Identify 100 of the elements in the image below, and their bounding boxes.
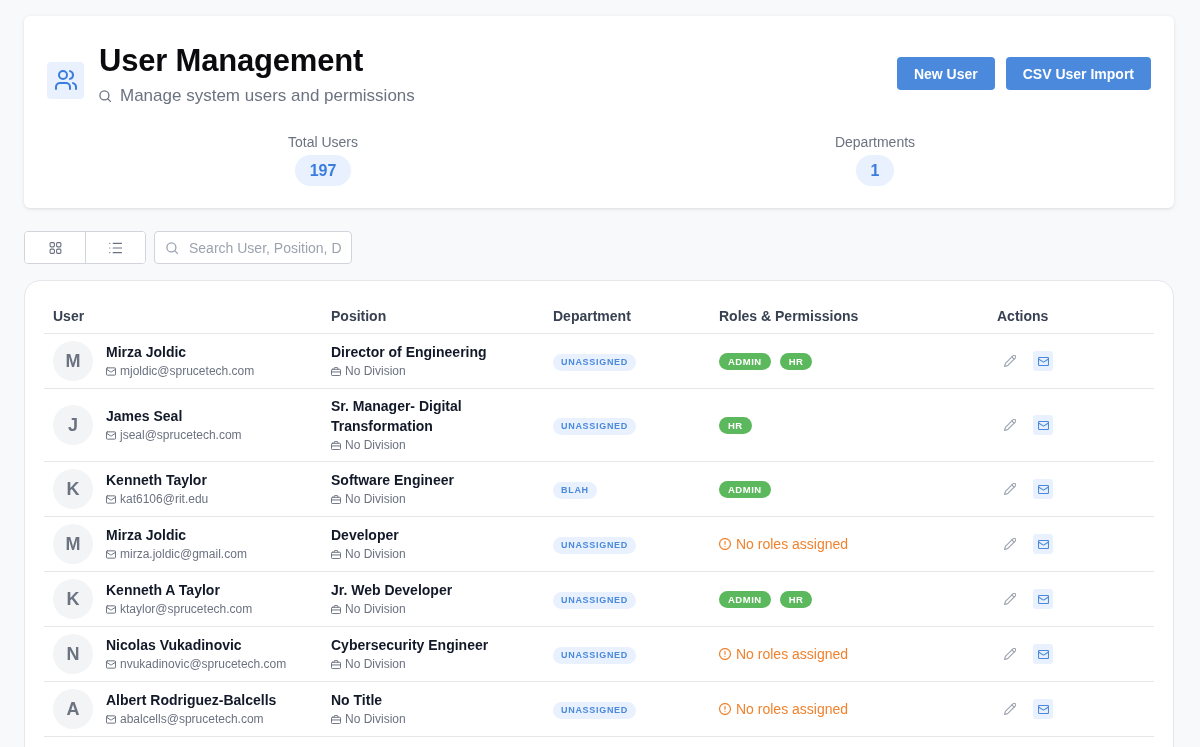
stat-label: Departments: [834, 133, 916, 151]
user-email: mirza.joldic@gmail.com: [120, 546, 247, 563]
email-button[interactable]: [1033, 644, 1053, 664]
list-icon: [109, 241, 122, 254]
stat-label: Total Users: [288, 133, 358, 151]
pencil-icon[interactable]: [1004, 703, 1016, 715]
user-name: Kenneth Taylor: [106, 471, 207, 490]
envelope-icon: [1037, 356, 1049, 366]
position-title: Jr. Web Developer: [331, 581, 453, 600]
role-tag: HR: [779, 352, 813, 370]
envelope-icon: [106, 604, 116, 614]
role-tag: ADMIN: [719, 590, 771, 608]
briefcase-icon: [331, 440, 341, 450]
briefcase-icon: [331, 549, 341, 559]
page-title: User Management: [99, 44, 364, 78]
envelope-icon: [106, 430, 116, 440]
user-name: Mirza Joldic: [106, 343, 187, 362]
stat-value: 197: [294, 155, 352, 186]
pencil-icon[interactable]: [1004, 648, 1016, 660]
department-tag: UNASSIGNED: [553, 537, 636, 554]
envelope-icon: [106, 366, 116, 376]
envelope-icon: [1037, 484, 1049, 494]
column-header: Actions: [997, 308, 1049, 324]
user-avatar: K: [53, 469, 93, 509]
division-text: No Division: [345, 601, 406, 618]
pencil-icon[interactable]: [1004, 483, 1016, 495]
position-title: Sr. Manager- Digital Transformation: [331, 397, 463, 436]
envelope-icon: [1037, 594, 1049, 604]
department-tag: UNASSIGNED: [553, 418, 636, 435]
user-avatar: M: [53, 341, 93, 381]
briefcase-icon: [331, 604, 341, 614]
department-tag: UNASSIGNED: [553, 354, 636, 371]
user-email: mjoldic@sprucetech.com: [120, 363, 255, 380]
division-text: No Division: [345, 437, 406, 454]
user-name: Nicolas Vukadinovic: [106, 636, 242, 655]
email-button[interactable]: [1033, 415, 1053, 435]
user-avatar: J: [53, 405, 93, 445]
email-button[interactable]: [1033, 699, 1053, 719]
envelope-icon: [1037, 420, 1049, 430]
no-roles-warning: No roles assigned: [736, 645, 849, 663]
email-button[interactable]: [1033, 589, 1053, 609]
user-name: James Seal: [106, 407, 183, 426]
column-header: Roles & Permissions: [719, 308, 859, 324]
briefcase-icon: [331, 366, 341, 376]
envelope-icon: [106, 549, 116, 559]
new-user-button[interactable]: New User: [896, 57, 995, 90]
users-icon: [47, 61, 84, 99]
list-view-button[interactable]: [85, 232, 145, 263]
user-email: abalcells@sprucetech.com: [120, 711, 264, 728]
division-text: No Division: [345, 546, 406, 563]
user-avatar: N: [53, 634, 93, 674]
grid-icon: [48, 241, 62, 254]
pencil-icon[interactable]: [1004, 355, 1016, 367]
email-button[interactable]: [1033, 479, 1053, 499]
user-email: ktaylor@sprucetech.com: [120, 601, 253, 618]
pencil-icon[interactable]: [1004, 538, 1016, 550]
briefcase-icon: [331, 659, 341, 669]
envelope-icon: [1037, 539, 1049, 549]
user-avatar: A: [53, 689, 93, 729]
pencil-icon[interactable]: [1004, 593, 1016, 605]
email-button[interactable]: [1033, 351, 1053, 371]
column-header: Position: [331, 308, 387, 324]
role-tag: HR: [779, 590, 813, 608]
user-email: jseal@sprucetech.com: [120, 427, 242, 444]
department-tag: BLAH: [553, 482, 597, 499]
role-tag: ADMIN: [719, 352, 771, 370]
csv-import-button[interactable]: CSV User Import: [1005, 57, 1151, 90]
position-title: Software Engineer: [331, 471, 454, 490]
division-text: No Division: [345, 711, 406, 728]
department-tag: UNASSIGNED: [553, 647, 636, 664]
search-field[interactable]: Search User, Position, D: [154, 231, 352, 264]
briefcase-icon: [331, 714, 341, 724]
position-title: No Title: [331, 691, 383, 710]
department-tag: UNASSIGNED: [553, 592, 636, 609]
division-text: No Division: [345, 491, 406, 508]
user-avatar: M: [53, 524, 93, 564]
page-subtitle: Manage system users and permissions: [120, 86, 415, 106]
user-email: kat6106@rit.edu: [120, 491, 209, 508]
no-roles-warning: No roles assigned: [736, 535, 849, 553]
column-header: User: [53, 308, 85, 324]
search-icon: [166, 241, 178, 254]
division-text: No Division: [345, 656, 406, 673]
no-roles-warning: No roles assigned: [736, 700, 849, 718]
envelope-icon: [106, 714, 116, 724]
user-avatar: K: [53, 579, 93, 619]
search-icon: [99, 90, 111, 102]
user-name: Kenneth A Taylor: [106, 581, 220, 600]
envelope-icon: [1037, 704, 1049, 714]
column-header: Department: [553, 308, 631, 324]
stat-value: 1: [855, 155, 895, 186]
pencil-icon[interactable]: [1004, 419, 1016, 431]
user-name: Albert Rodriguez-Balcells: [106, 691, 277, 710]
department-tag: UNASSIGNED: [553, 702, 636, 719]
position-title: Developer: [331, 526, 399, 545]
envelope-icon: [106, 659, 116, 669]
email-button[interactable]: [1033, 534, 1053, 554]
envelope-icon: [106, 494, 116, 504]
position-title: Cybersecurity Engineer: [331, 636, 489, 655]
role-tag: HR: [719, 416, 752, 434]
envelope-icon: [1037, 649, 1049, 659]
